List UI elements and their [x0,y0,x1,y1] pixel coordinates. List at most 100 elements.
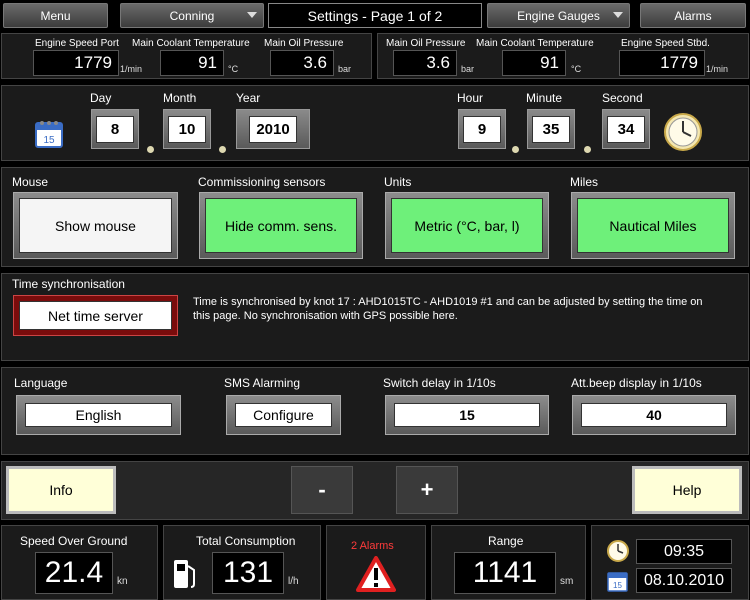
second-label: Second [602,91,643,105]
current-date: 08.10.2010 [636,568,732,593]
oil-pressure-port-value: 3.6 [270,50,334,76]
oil-pressure-stbd-unit: bar [461,64,475,74]
month-label: Month [163,91,197,105]
clock-icon [664,113,702,151]
range-panel: Range 1141 sm [431,525,586,600]
year-label: Year [236,91,261,105]
hour-label: Hour [457,91,484,105]
nautical-miles-button-face: Nautical Miles [577,198,729,253]
engine-speed-stbd-unit: 1/min [706,64,729,74]
chevron-down-icon [613,12,623,18]
hide-comm-sens-button[interactable]: Hide comm. sens. [199,192,363,259]
menu-button[interactable]: Menu [3,3,108,28]
clock-date-panel: 09:35 15 08.10.2010 [591,525,749,600]
show-mouse-button[interactable]: Show mouse [13,192,178,259]
current-time: 09:35 [636,539,732,564]
range-unit: sm [560,576,574,587]
att-beep-label: Att.beep display in 1/10s [571,376,702,390]
second-field[interactable]: 34 [602,109,650,149]
net-time-server-button[interactable]: Net time server [13,295,178,336]
speed-over-ground-panel: Speed Over Ground 21.4 kn [1,525,158,600]
att-beep-field[interactable]: 40 [572,395,736,435]
time-separator-dot [584,146,591,153]
day-field[interactable]: 8 [91,109,139,149]
range-label: Range [488,534,524,548]
conning-label: Conning [169,8,215,23]
nautical-miles-button[interactable]: Nautical Miles [571,192,735,259]
engine-speed-port-value: 1779 [33,50,119,76]
mouse-label: Mouse [12,175,49,189]
units-button-face: Metric (°C, bar, l) [391,198,543,253]
hour-field[interactable]: 9 [458,109,506,149]
alarms-status-panel[interactable]: 2 Alarms [326,525,426,600]
commissioning-sensors-label: Commissioning sensors [198,175,326,189]
day-value: 8 [96,115,134,143]
date-separator-dot [219,146,226,153]
month-field[interactable]: 10 [163,109,211,149]
plus-button[interactable]: + [396,466,458,514]
svg-text:15: 15 [613,581,622,590]
sms-configure-button[interactable]: Configure [226,395,341,435]
chevron-down-icon [247,12,257,18]
consumption-value: 131 [212,552,284,594]
fuel-pump-icon [174,560,195,588]
alarms-button[interactable]: Alarms [640,3,746,28]
consumption-unit: l/h [288,576,299,587]
svg-text:15: 15 [43,135,55,146]
sog-unit: kn [117,576,128,587]
net-time-server-button-face: Net time server [19,301,172,330]
calendar-icon: 15 [35,121,63,148]
help-button[interactable]: Help [632,466,742,514]
hour-value: 9 [463,115,501,143]
minus-button[interactable]: - [291,466,353,514]
year-value: 2010 [249,115,297,143]
oil-pressure-port-unit: bar [338,64,352,74]
sms-configure-button-face: Configure [235,403,332,427]
language-label: Language [14,376,68,390]
engine-speed-port-unit: 1/min [120,64,143,74]
show-mouse-button-face: Show mouse [19,198,172,253]
year-field[interactable]: 2010 [236,109,310,149]
total-consumption-panel: Total Consumption 131 l/h [163,525,321,600]
engine-gauges-label: Engine Gauges [517,8,600,23]
coolant-temp-port-value: 91 [160,50,224,76]
minute-field[interactable]: 35 [527,109,575,149]
date-separator-dot [147,146,154,153]
calendar-icon: 15 [607,572,628,592]
minute-label: Minute [526,91,563,105]
second-value: 34 [607,115,645,143]
engine-speed-stbd-label: Engine Speed Stbd. [621,38,710,49]
switch-delay-label: Switch delay in 1/10s [383,376,496,390]
page-title: Settings - Page 1 of 2 [268,3,482,28]
engine-stbd-panel: Main Oil Pressure 3.6 bar Main Coolant T… [377,33,749,79]
oil-pressure-stbd-label: Main Oil Pressure [386,38,466,49]
month-value: 10 [168,115,206,143]
coolant-temp-port-unit: °C [228,64,239,74]
day-label: Day [90,91,112,105]
units-button[interactable]: Metric (°C, bar, l) [385,192,549,259]
sog-value: 21.4 [35,552,113,594]
consumption-label: Total Consumption [196,534,296,548]
oil-pressure-stbd-value: 3.6 [393,50,457,76]
info-button[interactable]: Info [6,466,116,514]
oil-pressure-port-label: Main Oil Pressure [264,38,344,49]
hide-comm-sens-button-face: Hide comm. sens. [205,198,357,253]
coolant-temp-port-label: Main Coolant Temperature [132,38,250,49]
minute-value: 35 [532,115,570,143]
range-value: 1141 [454,552,556,594]
coolant-temp-stbd-value: 91 [502,50,566,76]
engine-gauges-dropdown[interactable]: Engine Gauges [487,3,630,28]
time-sync-label: Time synchronisation [12,277,125,291]
language-selector[interactable]: English [16,395,181,435]
alarm-count: 2 Alarms [351,540,394,552]
time-sync-description: Time is synchronised by knot 17 : AHD101… [193,296,703,322]
engine-port-panel: Engine Speed Port 1779 1/min Main Coolan… [1,33,372,79]
coolant-temp-stbd-unit: °C [571,64,582,74]
time-separator-dot [512,146,519,153]
miles-label: Miles [570,175,599,189]
switch-delay-field[interactable]: 15 [385,395,549,435]
clock-icon [607,540,629,562]
att-beep-value: 40 [581,403,727,427]
engine-speed-stbd-value: 1779 [619,50,705,76]
conning-dropdown[interactable]: Conning [120,3,264,28]
